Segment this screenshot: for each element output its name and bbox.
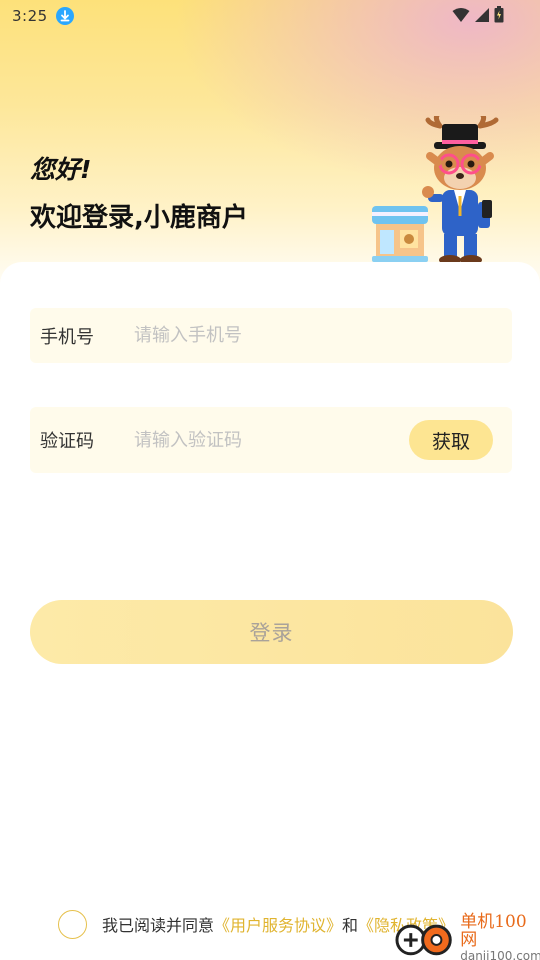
- deer-icon: [422, 116, 499, 265]
- download-icon: [55, 7, 74, 25]
- phone-field[interactable]: 手机号: [30, 308, 512, 363]
- battery-icon: [494, 6, 504, 23]
- status-bar: 3:25: [0, 0, 540, 32]
- watermark-title: 单机100网: [460, 911, 527, 950]
- status-time: 3:25: [12, 7, 48, 25]
- code-field[interactable]: 验证码 获取: [30, 407, 512, 473]
- shop-icon: [372, 206, 428, 262]
- get-code-button[interactable]: 获取: [409, 420, 493, 460]
- greeting-title: 您好!: [30, 155, 92, 184]
- agreement-checkbox[interactable]: [58, 909, 87, 939]
- code-label: 验证码: [40, 431, 94, 452]
- wifi-icon: [452, 7, 470, 22]
- watermark-logo-icon: [395, 924, 452, 956]
- deer-merchant-illustration: [372, 116, 499, 265]
- code-input[interactable]: [134, 425, 394, 455]
- welcome-title: 欢迎登录,小鹿商户: [30, 203, 248, 233]
- login-button[interactable]: 登录: [30, 600, 513, 664]
- phone-input[interactable]: [134, 320, 394, 351]
- terms-link[interactable]: 《用户服务协议》: [214, 912, 342, 936]
- watermark: 单机100网 danji100.com: [395, 913, 540, 960]
- signal-icon: [475, 7, 489, 22]
- phone-label: 手机号: [40, 326, 94, 348]
- status-icons: [452, 6, 504, 23]
- agreement-and: 和: [342, 916, 359, 935]
- agreement-prefix: 我已阅读并同意: [102, 916, 215, 935]
- watermark-url: danji100.com: [460, 948, 540, 960]
